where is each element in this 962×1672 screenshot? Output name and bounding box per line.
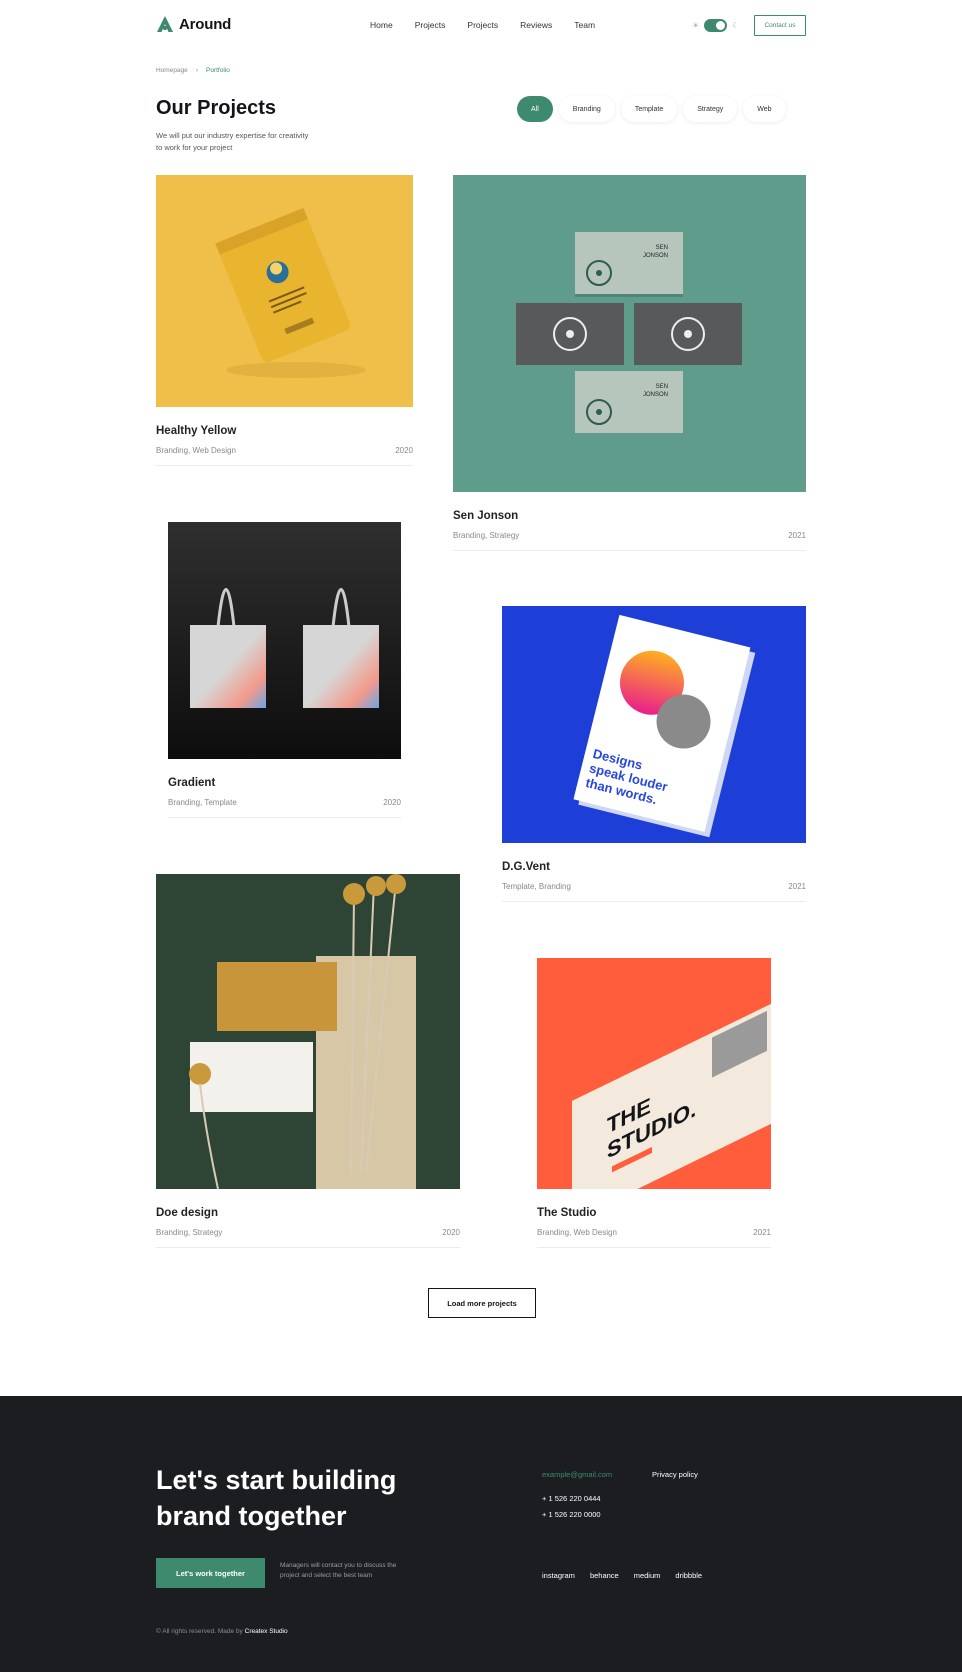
project-title[interactable]: Sen Jonson [453, 510, 806, 522]
work-together-button[interactable]: Let's work together [156, 1558, 265, 1588]
project-card[interactable]: Designs speak louder than words. D.G.Ven… [502, 606, 806, 902]
project-meta: Branding, Strategy 2020 [156, 1228, 460, 1248]
project-title[interactable]: The Studio [537, 1207, 771, 1219]
main-nav: Home Projects Projects Reviews Team [370, 20, 617, 30]
project-year: 2020 [442, 1228, 460, 1237]
logo-text: Around [179, 15, 232, 33]
project-title[interactable]: D.G.Vent [502, 861, 806, 873]
filter-branding[interactable]: Branding [558, 96, 615, 122]
svg-text:JONSON: JONSON [643, 253, 668, 259]
project-card[interactable]: THE STUDIO. The Studio Branding, Web Des… [537, 958, 771, 1248]
project-meta: Template, Branding 2021 [502, 882, 806, 902]
footer-note: Managers will contact you to discuss the… [280, 1562, 397, 1579]
breadcrumb-home[interactable]: Homepage [156, 67, 188, 74]
project-tags: Branding, Strategy [156, 1228, 223, 1237]
social-dribbble[interactable]: dribbble [675, 1571, 702, 1580]
privacy-policy-link[interactable]: Privacy policy [652, 1470, 698, 1479]
svg-text:SEN: SEN [656, 384, 668, 390]
project-image-dgvent[interactable]: Designs speak louder than words. [502, 606, 806, 843]
sun-icon: ☀ [692, 20, 700, 30]
theme-toggle[interactable] [704, 19, 728, 32]
contact-us-button[interactable]: Contact us [754, 15, 806, 36]
breadcrumb: Homepage › Portfolio [156, 67, 230, 74]
project-meta: Branding, Template 2020 [168, 798, 401, 818]
nav-projects-2[interactable]: Projects [467, 20, 498, 30]
logo-icon [157, 16, 173, 32]
footer-phone-1[interactable]: + 1 526 220 0444 [542, 1494, 601, 1503]
project-meta: Branding, Strategy 2021 [453, 531, 806, 551]
project-meta: Branding, Web Design 2021 [537, 1228, 771, 1248]
project-tags: Template, Branding [502, 882, 571, 891]
project-card[interactable]: Healthy Yellow Branding, Web Design 2020 [156, 175, 413, 466]
logo[interactable]: Around [156, 15, 231, 33]
moon-icon: ☾ [732, 20, 740, 30]
project-tags: Branding, Template [168, 798, 237, 807]
page-subtitle: We will put our industry expertise for c… [156, 131, 309, 152]
filter-template[interactable]: Template [620, 96, 678, 122]
project-title[interactable]: Doe design [156, 1207, 460, 1219]
breadcrumb-current: Portfolio [205, 67, 230, 74]
footer-heading-line2: brand together [156, 1501, 347, 1531]
site-footer: Let's start building brand together Let'… [0, 1396, 962, 1672]
project-image-the-studio[interactable]: THE STUDIO. [537, 958, 771, 1189]
footer-email-link[interactable]: example@gmail.com [542, 1470, 612, 1479]
theme-switch[interactable]: ☀ ☾ [692, 19, 739, 32]
page-title: Our Projects [156, 97, 277, 119]
project-image-sen-jonson[interactable]: SEN JONSON SEN JONSON [453, 175, 806, 492]
copyright-brand-link[interactable]: Createx Studio [245, 1628, 288, 1635]
copyright: © All rights reserved. Made by Createx S… [156, 1628, 288, 1635]
copyright-text: © All rights reserved. Made by [156, 1628, 243, 1635]
project-year: 2021 [788, 531, 806, 540]
filter-strategy[interactable]: Strategy [683, 96, 738, 122]
footer-heading-line1: Let's start building [156, 1465, 397, 1495]
project-tags: Branding, Web Design [156, 446, 236, 455]
project-year: 2021 [753, 1228, 771, 1237]
social-medium[interactable]: medium [634, 1571, 661, 1580]
filter-all[interactable]: All [517, 96, 553, 122]
footer-heading: Let's start building brand together [156, 1462, 396, 1534]
project-card[interactable]: Doe design Branding, Strategy 2020 [156, 874, 460, 1248]
project-image-gradient[interactable] [168, 522, 401, 759]
project-tags: Branding, Strategy [453, 531, 520, 540]
filter-web[interactable]: Web [743, 96, 786, 122]
load-more-button[interactable]: Load more projects [428, 1288, 536, 1318]
nav-reviews[interactable]: Reviews [520, 20, 552, 30]
social-links: instagram behance medium dribbble [542, 1571, 702, 1580]
footer-phone-2[interactable]: + 1 526 220 0000 [542, 1510, 601, 1519]
chevron-right-icon: › [195, 67, 198, 74]
project-title[interactable]: Gradient [168, 777, 401, 789]
project-image-healthy-yellow[interactable] [156, 175, 413, 407]
site-header: Around Home Projects Projects Reviews Te… [0, 0, 962, 52]
project-card[interactable]: Gradient Branding, Template 2020 [168, 522, 401, 818]
filter-tabs: All Branding Template Strategy Web [517, 96, 786, 122]
project-meta: Branding, Web Design 2020 [156, 446, 413, 466]
project-card[interactable]: SEN JONSON SEN JONSON Sen Jonson Brandin… [453, 175, 806, 551]
project-year: 2021 [788, 882, 806, 891]
project-year: 2020 [395, 446, 413, 455]
social-instagram[interactable]: instagram [542, 1571, 575, 1580]
nav-projects[interactable]: Projects [415, 20, 446, 30]
svg-text:JONSON: JONSON [643, 392, 668, 398]
nav-home[interactable]: Home [370, 20, 393, 30]
project-image-doe-design[interactable] [156, 874, 460, 1189]
project-title[interactable]: Healthy Yellow [156, 425, 413, 437]
project-year: 2020 [383, 798, 401, 807]
svg-text:SEN: SEN [656, 245, 668, 251]
social-behance[interactable]: behance [590, 1571, 619, 1580]
nav-team[interactable]: Team [574, 20, 595, 30]
project-tags: Branding, Web Design [537, 1228, 617, 1237]
